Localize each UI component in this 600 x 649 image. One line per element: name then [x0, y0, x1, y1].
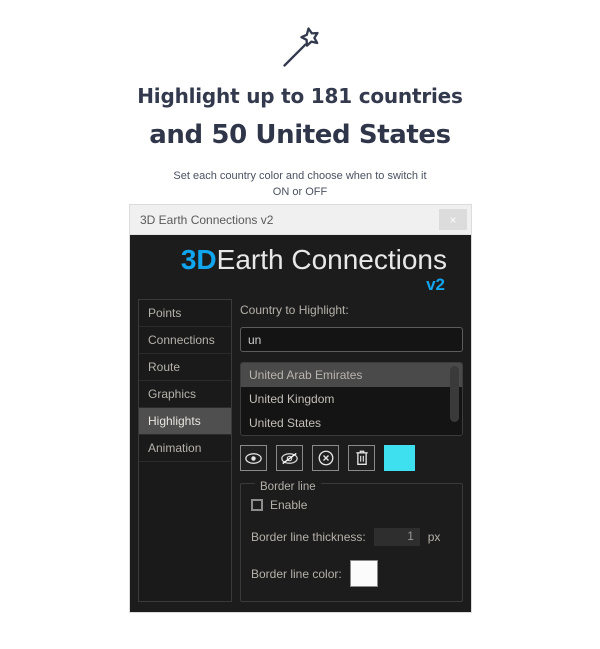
magic-wand-icon: [0, 22, 600, 74]
border-thickness-label: Border line thickness:: [251, 530, 366, 544]
trash-icon: [355, 450, 368, 465]
sidebar-item-route[interactable]: Route: [139, 354, 231, 381]
delete-highlight-button[interactable]: [348, 445, 375, 471]
border-thickness-row: Border line thickness: 1 px: [251, 528, 452, 546]
logo-name: Earth Connections: [216, 243, 447, 275]
logo-accent: 3D: [180, 243, 217, 275]
highlight-color-swatch[interactable]: [384, 445, 415, 471]
eye-slash-icon: [281, 452, 298, 464]
promo-subheadline: and 50 United States: [149, 120, 451, 150]
circle-x-icon: [318, 450, 333, 466]
clear-highlight-button[interactable]: [312, 445, 339, 471]
border-line-group: Border line Enable Border line thickness…: [240, 481, 463, 602]
sidebar-item-graphics[interactable]: Graphics: [139, 381, 231, 408]
app-content: Points Connections Route Graphics Highli…: [130, 299, 471, 602]
border-color-row: Border line color:: [251, 560, 452, 587]
promo-description: Set each country color and choose when t…: [173, 170, 427, 199]
promo-headline: Highlight up to 181 countries: [137, 84, 463, 108]
logo-version: v2: [426, 274, 445, 294]
list-item[interactable]: United States: [241, 411, 462, 435]
border-line-legend: Border line: [255, 481, 321, 493]
listbox-scrollbar[interactable]: [450, 366, 459, 422]
country-listbox[interactable]: United Arab Emirates United Kingdom Unit…: [240, 362, 463, 436]
country-label: Country to Highlight:: [240, 303, 349, 317]
border-thickness-unit: px: [427, 530, 441, 544]
highlights-pane: Country to Highlight: un United Arab Emi…: [240, 299, 463, 602]
app-body: 3DEarth Connections v2 Points Connection…: [130, 235, 471, 612]
sidebar-item-points[interactable]: Points: [139, 300, 231, 327]
promo-header: Highlight up to 181 countries and 50 Uni…: [0, 0, 600, 201]
border-enable-label: Enable: [270, 498, 308, 512]
border-enable-checkbox[interactable]: [251, 499, 263, 511]
app-logo: 3DEarth Connections v2: [130, 235, 471, 299]
border-thickness-input[interactable]: 1: [373, 528, 420, 546]
country-search-input[interactable]: un: [240, 327, 463, 352]
close-icon[interactable]: ×: [439, 209, 467, 230]
eye-icon: [245, 452, 262, 464]
hide-highlight-button[interactable]: [276, 445, 303, 471]
border-color-label: Border line color:: [251, 566, 342, 581]
sidebar: Points Connections Route Graphics Highli…: [138, 299, 232, 602]
sidebar-item-highlights[interactable]: Highlights: [139, 408, 231, 435]
show-highlight-button[interactable]: [240, 445, 267, 471]
border-color-swatch[interactable]: [349, 560, 378, 587]
list-item[interactable]: United Arab Emirates: [241, 363, 462, 387]
window-title: 3D Earth Connections v2: [140, 212, 274, 227]
sidebar-item-connections[interactable]: Connections: [139, 327, 231, 354]
highlight-actions: [240, 445, 463, 471]
window-titlebar: 3D Earth Connections v2 ×: [130, 205, 471, 235]
list-item[interactable]: United Kingdom: [241, 387, 462, 411]
sidebar-item-animation[interactable]: Animation: [139, 435, 231, 462]
border-enable-row[interactable]: Enable: [251, 498, 452, 512]
app-window: 3D Earth Connections v2 × 3DEarth Connec…: [130, 205, 471, 612]
